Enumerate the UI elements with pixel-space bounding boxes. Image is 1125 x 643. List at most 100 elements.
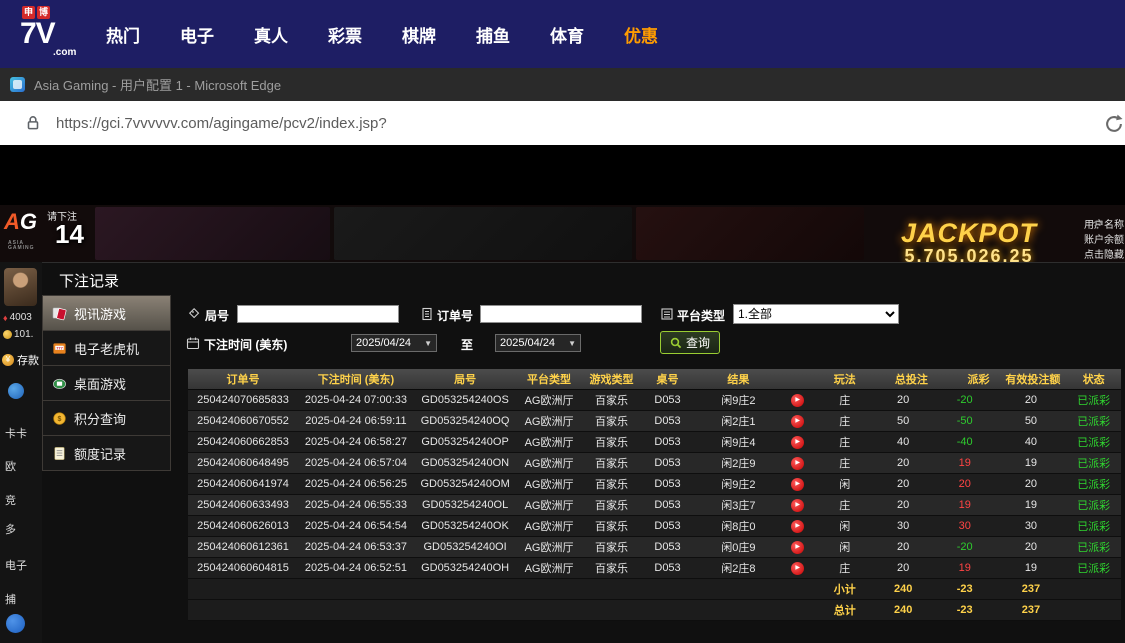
logo-suffix: .com	[53, 47, 77, 58]
search-button[interactable]: 查询	[660, 331, 721, 354]
nav-item-5[interactable]: 捕鱼	[476, 22, 510, 47]
table-row: 250424060648495 2025-04-24 06:57:04 GD0532…	[188, 452, 1121, 474]
order-icon	[420, 307, 434, 321]
subtotal-valid-bet: 237	[1001, 578, 1073, 600]
date-from-select[interactable]: 2025/04/24 ▼	[351, 334, 437, 352]
left-menu-label[interactable]: 电子	[5, 557, 27, 573]
ag-logo: AG ASIA GAMING	[4, 209, 38, 251]
sidebar-item-2[interactable]: 桌面游戏	[42, 365, 171, 401]
sidebar-item-0[interactable]: 视讯游戏	[42, 295, 171, 331]
left-menu-label[interactable]: 欧	[5, 458, 16, 474]
replay-icon[interactable]: ▶	[790, 498, 804, 512]
nav-item-2[interactable]: 真人	[254, 22, 288, 47]
replay-icon[interactable]: ▶	[790, 393, 804, 407]
replay-icon[interactable]: ▶	[790, 435, 804, 449]
banner-image	[636, 207, 864, 260]
subtotal-total-bet: 240	[878, 578, 940, 600]
chevron-down-icon: ▼	[424, 338, 432, 348]
replay-icon[interactable]: ▶	[790, 414, 804, 428]
lock-icon[interactable]	[24, 114, 42, 132]
address-bar[interactable]: https://gci.7vvvvvv.com/agingame/pcv2/in…	[0, 101, 1125, 145]
sidebar-item-3[interactable]: $ 积分查询	[42, 400, 171, 436]
replay-icon[interactable]: ▶	[790, 540, 804, 554]
column-header: 局号	[413, 369, 517, 390]
banner-image	[95, 207, 330, 260]
column-header: 玩法	[811, 369, 879, 390]
to-label: 至	[461, 338, 474, 352]
platform-select[interactable]: 1.全部	[733, 304, 899, 324]
replay-icon[interactable]: ▶	[790, 477, 804, 491]
date-to-select[interactable]: 2025/04/24 ▼	[495, 334, 581, 352]
replay-icon[interactable]: ▶	[790, 561, 804, 575]
round-input[interactable]	[237, 305, 399, 323]
column-header: 派彩	[939, 369, 1002, 390]
ag-logo-subtext: ASIA GAMING	[8, 240, 35, 251]
column-header: 订单号	[188, 369, 299, 390]
order-input[interactable]	[480, 305, 642, 323]
banner-image	[334, 207, 632, 260]
wallet-icon[interactable]	[8, 383, 24, 399]
countdown-timer: 14	[55, 219, 84, 249]
table-row: 250424060612361 2025-04-24 06:53:37 GD0532…	[188, 536, 1121, 558]
nav-item-1[interactable]: 电子	[180, 22, 214, 47]
nav-item-4[interactable]: 棋牌	[402, 22, 436, 47]
left-menu-label[interactable]: 卡卡	[5, 425, 27, 441]
column-header: 有效投注额	[1001, 369, 1073, 390]
sidebar-item-1[interactable]: 777 电子老虎机	[42, 330, 171, 366]
bet-records-modal: 下注记录 视讯游戏 777 电子老虎机 桌面游戏 $ 积分查询 额度记录 局号 订单号 平台…	[42, 262, 1125, 643]
table-row: 250424060626013 2025-04-24 06:54:54 GD0532…	[188, 515, 1121, 537]
nav-item-7[interactable]: 优惠	[624, 22, 658, 47]
left-menu-label[interactable]: 多	[5, 521, 16, 537]
subtotal-label: 小计	[811, 578, 879, 600]
grand-total-total-bet: 240	[878, 599, 940, 621]
table-row: 250424060641974 2025-04-24 06:56:25 GD0532…	[188, 473, 1121, 495]
table-row: 250424060662853 2025-04-24 06:58:27 GD0532…	[188, 431, 1121, 453]
left-menu-label[interactable]: 竞	[5, 492, 16, 508]
nav-item-0[interactable]: 热门	[106, 22, 140, 47]
nav-item-6[interactable]: 体育	[550, 22, 584, 47]
grand-total-payout: -23	[939, 599, 1002, 621]
banner: AG ASIA GAMING 请下注 14 JACKPOT 5,705,026.…	[0, 205, 1125, 266]
replay-icon[interactable]: ▶	[790, 519, 804, 533]
table-row: 250424060604815 2025-04-24 06:52:51 GD0532…	[188, 557, 1121, 579]
refresh-icon[interactable]	[1103, 113, 1125, 140]
video-game-icon	[52, 306, 67, 321]
url-text[interactable]: https://gci.7vvvvvv.com/agingame/pcv2/in…	[56, 115, 387, 132]
svg-text:777: 777	[56, 345, 63, 350]
site-logo[interactable]: 申 博 7V .com	[20, 6, 90, 62]
banner-link[interactable]: 账户余额	[1084, 233, 1124, 248]
column-header: 游戏类型	[581, 369, 642, 390]
points-icon: ♦	[3, 312, 8, 323]
sports-icon[interactable]	[6, 614, 25, 633]
order-filter-label: 订单号	[437, 309, 474, 323]
platform-filter-label: 平台类型	[677, 309, 726, 323]
search-icon	[670, 337, 682, 349]
subtotal-row: 小计 240 -23 237	[188, 578, 1121, 600]
jackpot: JACKPOT 5,705,026.25	[901, 220, 1037, 267]
logo-text: 7V	[20, 17, 56, 50]
nav-items: 热门 电子 真人 彩票 棋牌 捕鱼 体育 优惠	[106, 0, 658, 68]
avatar[interactable]	[4, 268, 37, 306]
deposit-icon: ¥	[2, 354, 14, 366]
column-header: 下注时间 (美东)	[298, 369, 414, 390]
column-header: 状态	[1072, 369, 1121, 390]
sidebar-item-label: 桌面游戏	[74, 376, 127, 392]
window-titlebar: Asia Gaming - 用户配置 1 - Microsoft Edge	[0, 68, 1125, 101]
replay-icon[interactable]: ▶	[790, 456, 804, 470]
left-menu-label[interactable]: 捕	[5, 591, 16, 607]
round-filter-label: 局号	[205, 309, 230, 323]
table-row: 250424060633493 2025-04-24 06:55:33 GD0532…	[188, 494, 1121, 516]
bet-records-table: 订单号 下注时间 (美东) 局号 平台类型 游戏类型 桌号 结果 玩法 总投注 派彩 有效投注额 状态…	[188, 369, 1121, 621]
column-header: 总投注	[878, 369, 940, 390]
deposit-button[interactable]: ¥ 存款	[2, 352, 39, 368]
platform-icon	[660, 307, 674, 321]
banner-link[interactable]: 点击隐藏	[1084, 248, 1124, 263]
column-header: 平台类型	[516, 369, 582, 390]
window-icon	[10, 77, 25, 92]
sidebar-item-4[interactable]: 额度记录	[42, 435, 171, 471]
banner-link[interactable]: 用户名称	[1084, 218, 1124, 233]
nav-item-3[interactable]: 彩票	[328, 22, 362, 47]
signal-icon	[1091, 217, 1104, 235]
column-header: 结果	[693, 369, 784, 390]
grand-total-valid-bet: 237	[1001, 599, 1073, 621]
